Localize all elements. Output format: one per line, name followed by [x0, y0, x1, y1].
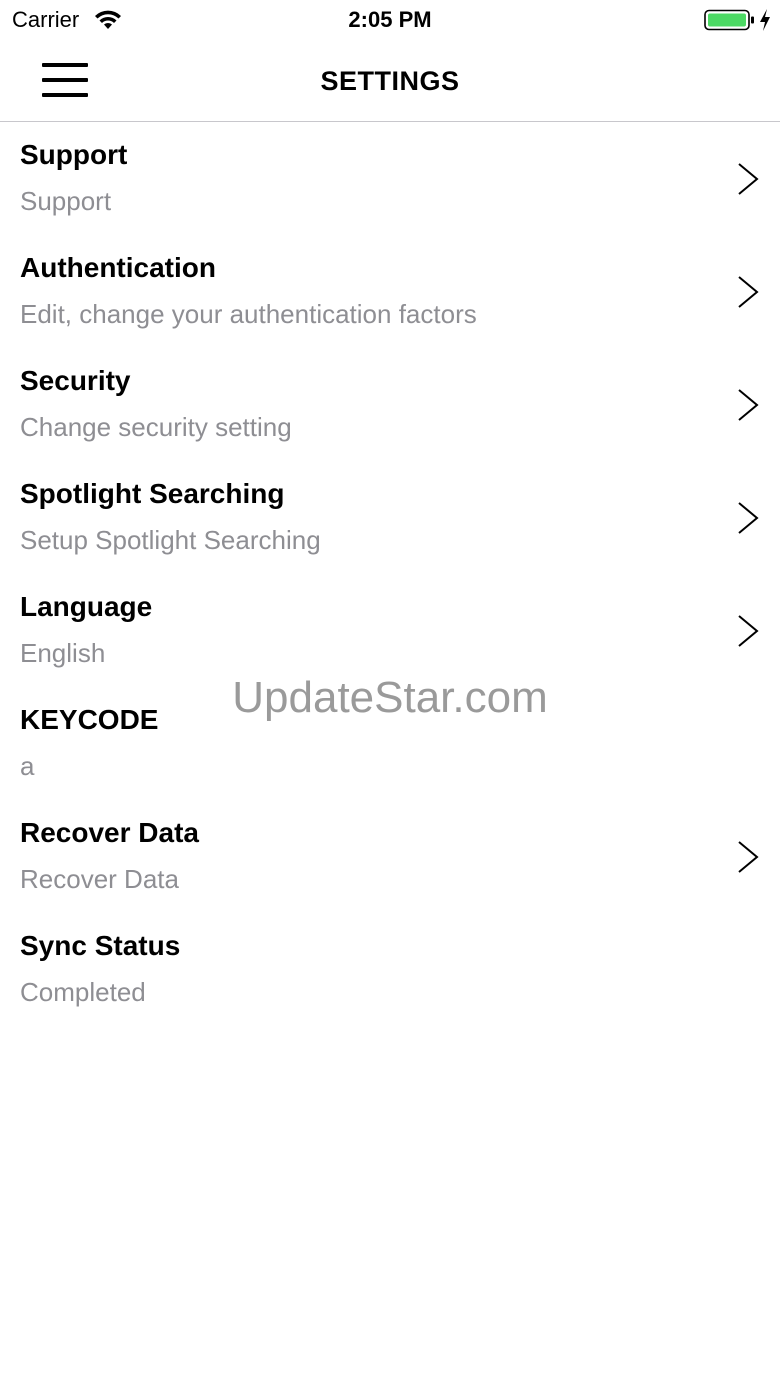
page-title: SETTINGS	[320, 66, 460, 96]
settings-row-spotlight-searching[interactable]: Spotlight Searching Setup Spotlight Sear…	[0, 461, 780, 574]
settings-row-keycode: KEYCODE a	[0, 687, 780, 800]
battery-icon	[704, 9, 754, 31]
settings-row-language[interactable]: Language English	[0, 574, 780, 687]
chevron-right-icon	[738, 615, 759, 647]
row-subtitle: Support	[20, 186, 112, 216]
row-subtitle: Setup Spotlight Searching	[20, 525, 321, 555]
navigation-bar: SETTINGS	[0, 40, 780, 122]
bolt-icon	[760, 9, 770, 31]
row-subtitle: Completed	[20, 977, 146, 1007]
row-subtitle: Change security setting	[20, 412, 292, 442]
row-title: Sync Status	[20, 930, 181, 961]
chevron-right-icon	[738, 389, 759, 421]
row-title: Spotlight Searching	[20, 478, 285, 509]
row-title: KEYCODE	[20, 704, 159, 735]
chevron-right-icon	[738, 163, 759, 195]
row-title: Recover Data	[20, 817, 199, 848]
settings-row-recover-data[interactable]: Recover Data Recover Data	[0, 800, 780, 913]
settings-list: Support Support Authentication Edit, cha…	[0, 122, 780, 1026]
row-title: Security	[20, 365, 131, 396]
chevron-right-icon	[738, 276, 759, 308]
chevron-right-icon	[738, 502, 759, 534]
row-title: Authentication	[20, 252, 216, 283]
settings-row-security[interactable]: Security Change security setting	[0, 348, 780, 461]
row-subtitle: Recover Data	[20, 864, 179, 894]
settings-row-support[interactable]: Support Support	[0, 122, 780, 235]
clock: 2:05 PM	[348, 7, 432, 32]
settings-row-authentication[interactable]: Authentication Edit, change your authent…	[0, 235, 780, 348]
row-title: Support	[20, 139, 128, 170]
row-title: Language	[20, 591, 153, 622]
row-subtitle: a	[20, 751, 35, 781]
settings-row-sync-status: Sync Status Completed	[0, 913, 780, 1026]
status-bar: Carrier 2:05 PM	[0, 0, 780, 40]
row-subtitle: Edit, change your authentication factors	[20, 299, 477, 329]
chevron-right-icon	[738, 841, 759, 873]
row-subtitle: English	[20, 638, 106, 668]
